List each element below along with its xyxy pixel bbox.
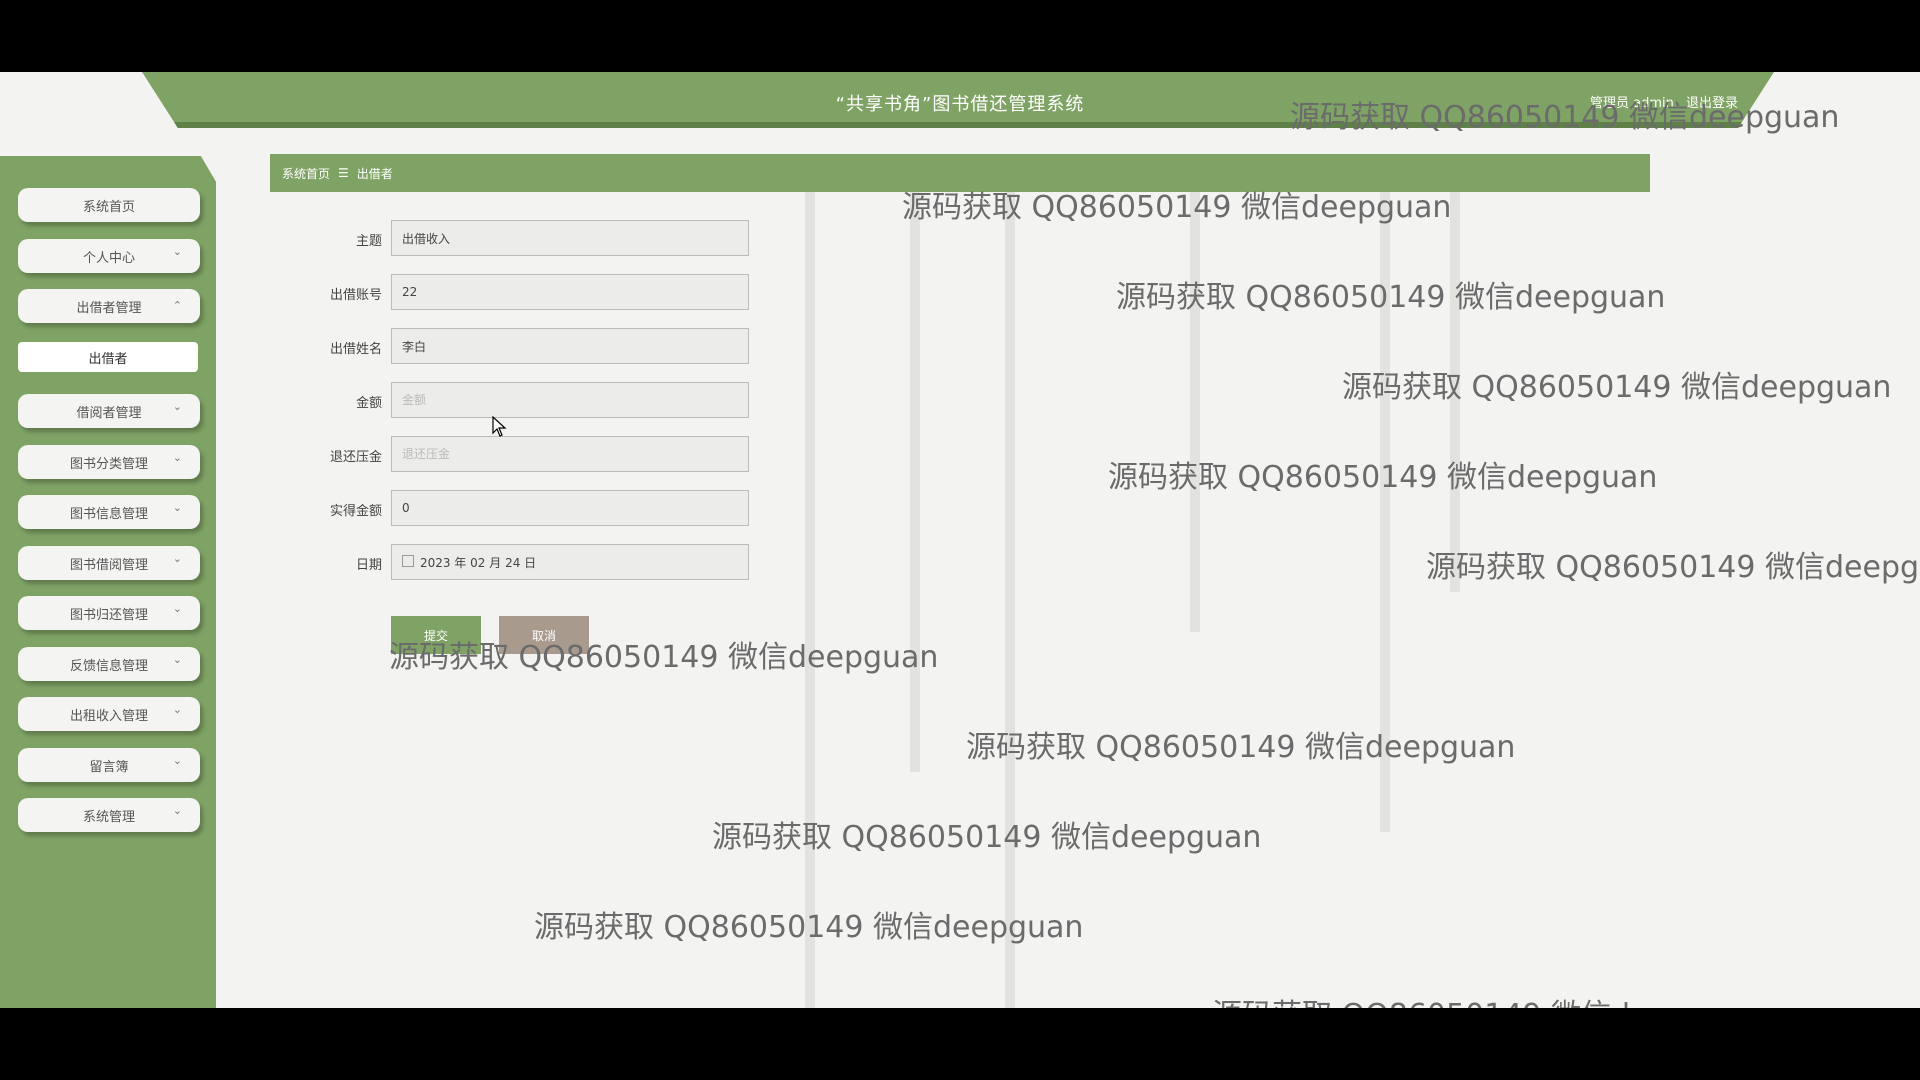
field-label: 金额 — [355, 396, 382, 411]
deposit-refund-input[interactable] — [391, 436, 749, 472]
lender-name-input[interactable] — [391, 328, 749, 364]
chevron-down-icon: ⌄ — [172, 245, 182, 258]
mouse-cursor-icon — [492, 416, 507, 437]
net-amount-input[interactable] — [391, 490, 749, 526]
field-label: 主题 — [355, 234, 382, 249]
chevron-down-icon: ⌄ — [172, 552, 182, 565]
watermark-text: 源码获取 QQ86050149 微信deepguan — [966, 730, 1516, 765]
watermark-text: 源码获取 QQ86050149 微信deepguan — [1108, 460, 1658, 495]
sidebar-item-label: 出借者 — [88, 351, 128, 367]
lender-account-input[interactable] — [391, 274, 749, 310]
watermark-text: 源码获取 QQ86050149 微信deepguan — [1212, 990, 1761, 1008]
date-picker[interactable]: 2023 年 02 月 24 日 — [391, 544, 749, 580]
sidebar-item-guestbook[interactable]: 留言簿 ⌄ — [18, 748, 200, 782]
sidebar-item-label: 反馈信息管理 — [69, 658, 148, 674]
chevron-down-icon: ⌄ — [172, 400, 182, 413]
field-label: 出借账号 — [329, 288, 382, 303]
sidebar-item-personal-center[interactable]: 个人中心 ⌄ — [18, 239, 200, 273]
breadcrumb-home[interactable]: 系统首页 — [282, 165, 330, 182]
watermark-text: 源码获取 QQ86050149 微信deepguan — [1426, 550, 1920, 585]
logout-link[interactable]: 退出登录 — [1686, 96, 1738, 111]
sidebar-item-label: 图书借阅管理 — [69, 557, 148, 573]
menu-icon: ☰ — [338, 166, 349, 180]
watermark-text: 源码获取 QQ86050149 微信deepguan — [1116, 280, 1666, 315]
chevron-up-icon: ⌃ — [172, 299, 182, 312]
user-label: 管理员 admin — [1589, 96, 1674, 111]
chevron-down-icon: ⌄ — [172, 653, 182, 666]
background-texture — [805, 172, 1460, 1008]
sidebar-item-home[interactable]: 系统首页 — [18, 188, 200, 222]
form-row-name: 出借姓名 — [300, 328, 760, 366]
form-row-account: 出借账号 — [300, 274, 760, 312]
form-row-net-amount: 实得金额 — [300, 490, 760, 528]
form-row-deposit-refund: 退还压金 — [300, 436, 760, 474]
calendar-icon — [402, 555, 414, 567]
sidebar-item-book-info[interactable]: 图书信息管理 ⌄ — [18, 495, 200, 529]
sidebar-item-label: 留言簿 — [89, 759, 129, 775]
watermark-text: 源码获取 QQ86050149 微信deepguan — [1342, 370, 1892, 405]
sidebar-item-rental-income[interactable]: 出租收入管理 ⌄ — [18, 697, 200, 731]
amount-input[interactable] — [391, 382, 749, 418]
form-row-date: 日期 2023 年 02 月 24 日 — [300, 544, 760, 582]
submit-button[interactable]: 提交 — [391, 616, 481, 654]
sidebar-item-label: 系统首页 — [82, 199, 135, 215]
field-label: 日期 — [355, 558, 382, 573]
user-info: 管理员 admin 退出登录 — [1582, 92, 1738, 111]
breadcrumb-current: 出借者 — [356, 166, 393, 181]
sidebar-item-label: 个人中心 — [82, 250, 135, 266]
form-row-amount: 金额 — [300, 382, 760, 420]
breadcrumb: 系统首页 ☰ 出借者 — [270, 154, 1650, 192]
app-screen: “共享书角”图书借还管理系统 管理员 admin 退出登录 系统首页 个人中心 … — [0, 72, 1920, 1008]
chevron-down-icon: ⌄ — [172, 804, 182, 817]
form-row-subject: 主题 — [300, 220, 760, 258]
date-value: 2023 年 02 月 24 日 — [420, 555, 537, 570]
chevron-down-icon: ⌄ — [172, 602, 182, 615]
field-label: 出借姓名 — [329, 342, 382, 357]
subject-input[interactable] — [391, 220, 749, 256]
field-label: 退还压金 — [329, 450, 382, 465]
sidebar-item-label: 系统管理 — [82, 809, 135, 825]
sidebar — [0, 156, 216, 1008]
sidebar-item-book-return[interactable]: 图书归还管理 ⌄ — [18, 596, 200, 630]
watermark-text: 源码获取 QQ86050149 微信deepguan — [534, 910, 1084, 945]
chevron-down-icon: ⌄ — [172, 451, 182, 464]
sidebar-item-label: 借阅者管理 — [76, 405, 142, 421]
sidebar-item-feedback[interactable]: 反馈信息管理 ⌄ — [18, 647, 200, 681]
sidebar-item-borrower-management[interactable]: 借阅者管理 ⌄ — [18, 394, 200, 428]
cancel-button[interactable]: 取消 — [499, 616, 589, 654]
sidebar-item-label: 图书归还管理 — [69, 607, 148, 623]
sidebar-item-label: 出租收入管理 — [69, 708, 148, 724]
chevron-down-icon: ⌄ — [172, 501, 182, 514]
chevron-down-icon: ⌄ — [172, 703, 182, 716]
watermark-text: 源码获取 QQ86050149 微信deepguan — [712, 820, 1262, 855]
field-label: 实得金额 — [329, 504, 382, 519]
sidebar-item-label: 图书分类管理 — [69, 456, 148, 472]
chevron-down-icon: ⌄ — [172, 754, 182, 767]
sidebar-item-lender-management[interactable]: 出借者管理 ⌃ — [18, 289, 200, 323]
sidebar-item-label: 图书信息管理 — [69, 506, 148, 522]
sidebar-item-book-borrowing[interactable]: 图书借阅管理 ⌄ — [18, 546, 200, 580]
sidebar-item-book-category[interactable]: 图书分类管理 ⌄ — [18, 445, 200, 479]
sidebar-subitem-lender[interactable]: 出借者 — [18, 342, 198, 372]
sidebar-item-system-management[interactable]: 系统管理 ⌄ — [18, 798, 200, 832]
sidebar-item-label: 出借者管理 — [76, 300, 142, 316]
